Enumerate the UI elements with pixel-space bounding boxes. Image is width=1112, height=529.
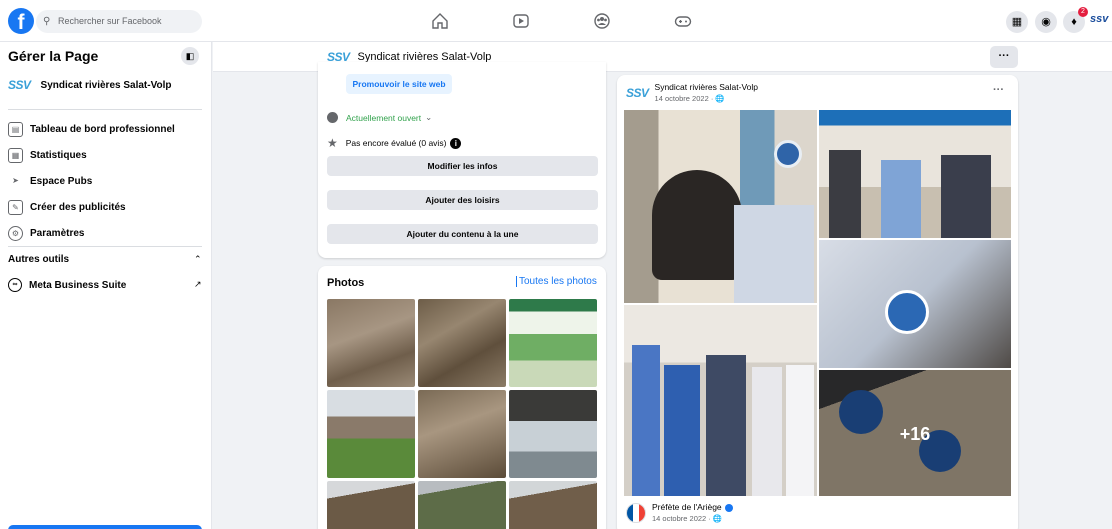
post-header: SSV Syndicat rivières Salat-Volp 14 octo… [626,82,758,103]
bell-icon[interactable]: ♦ 2 [1063,7,1088,33]
sidebar-item-statistics[interactable]: ▦ Statistiques [8,148,87,163]
sidebar-bottom-button[interactable] [8,525,202,529]
see-all-photos-link[interactable]: Toutes les photos [516,276,597,287]
edit-info-button[interactable]: Modifier les infos [327,156,598,176]
stats-icon: ▦ [8,148,23,163]
page-info-card: Promouvoir le site web Actuellement ouve… [318,62,606,258]
sidebar-item-dashboard[interactable]: ▤ Tableau de bord professionnel [8,122,175,137]
facebook-logo[interactable]: f [8,8,34,34]
sidebar-item-meta-business-suite[interactable]: ∞ Meta Business Suite [8,278,126,292]
sidebar-item-label: Créer des publicités [30,202,126,213]
photo-thumbnail[interactable] [418,481,506,529]
chevron-down-icon: ⌄ [425,112,433,122]
collapse-sidebar-icon[interactable]: ◧ [181,47,199,65]
add-featured-button[interactable]: Ajouter du contenu à la une [327,224,598,244]
photo-thumbnail[interactable] [418,299,506,387]
shared-post-header: Préfète de l'Ariège 14 octobre 2022 · 🌐 [626,502,733,523]
star-icon: ★ [327,136,338,150]
shared-author-name[interactable]: Préfète de l'Ariège [652,502,733,512]
page-logo: SSV [8,78,31,92]
sidebar-page-link[interactable]: SSV Syndicat rivières Salat-Volp [8,78,172,92]
more-options-button[interactable]: ··· [990,46,1018,68]
search-icon: ⚲ [43,16,51,27]
post-date[interactable]: 14 octobre 2022 · 🌐 [655,94,758,103]
sidebar-item-label: Espace Pubs [30,176,93,187]
video-icon[interactable] [512,12,530,30]
sidebar-item-label: Statistiques [30,150,87,161]
external-link-icon: ↗ [194,279,202,289]
promote-website-button[interactable]: Promouvoir le site web [346,74,452,94]
dashboard-icon: ▤ [8,122,23,137]
globe-icon: 🌐 [715,94,725,103]
more-photos-overlay[interactable]: +16 [819,370,1011,496]
post-photo[interactable] [624,110,817,303]
photo-thumbnail[interactable] [509,299,597,387]
search-placeholder: Rechercher sur Facebook [58,16,162,26]
add-hobbies-button[interactable]: Ajouter des loisirs [327,190,598,210]
groups-icon[interactable] [593,12,611,30]
sidebar-item-label: Tableau de bord professionnel [30,124,175,135]
photo-thumbnail[interactable] [327,481,415,529]
sidebar-item-settings[interactable]: ⚙ Paramètres [8,226,84,241]
globe-icon: 🌐 [712,514,723,523]
shared-post-date[interactable]: 14 octobre 2022 · 🌐 [652,514,733,523]
sidebar-title: Gérer la Page [8,48,99,64]
photos-card: Photos Toutes les photos [318,266,606,529]
meta-icon: ∞ [8,278,22,292]
photo-thumbnail[interactable] [418,390,506,478]
post-card: SSV Syndicat rivières Salat-Volp 14 octo… [617,75,1018,529]
post-photo[interactable] [819,240,1011,368]
divider [8,109,202,110]
post-photo[interactable]: +16 [819,370,1011,496]
photo-thumbnail[interactable] [509,481,597,529]
chevron-up-icon[interactable]: ⌃ [194,254,202,265]
left-sidebar: Gérer la Page ◧ SSV Syndicat rivières Sa… [0,42,212,529]
messenger-icon[interactable]: ◉ [1035,11,1057,33]
other-tools-heading[interactable]: Autres outils [8,254,69,265]
divider [8,246,202,247]
sidebar-page-name: Syndicat rivières Salat-Volp [40,79,172,91]
info-icon[interactable]: i [450,137,462,149]
verified-icon [724,503,733,512]
top-navigation-bar: f ⚲ Rechercher sur Facebook ▦ ◉ ♦ 2 ssv [0,0,1112,42]
home-icon[interactable] [431,12,449,30]
rating-row: ★ Pas encore évalué (0 avis) i [327,136,462,150]
post-author-name[interactable]: Syndicat rivières Salat-Volp [655,82,758,92]
post-photo[interactable] [819,110,1011,238]
gaming-icon[interactable] [674,12,692,30]
megaphone-icon: ➤ [12,176,19,185]
search-input[interactable]: ⚲ Rechercher sur Facebook [36,10,202,33]
photo-thumbnail[interactable] [327,299,415,387]
photos-title: Photos [327,277,365,289]
sidebar-item-ads-space[interactable]: ➤ Espace Pubs [8,174,92,189]
post-more-options-icon[interactable]: ··· [993,84,1004,96]
sidebar-item-create-ads[interactable]: ✎ Créer des publicités [8,200,126,215]
sidebar-item-label: Paramètres [30,228,85,239]
notification-badge: 2 [1078,7,1088,17]
pencil-icon: ✎ [8,200,23,215]
post-author-avatar[interactable]: SSV [626,86,649,100]
clock-icon [327,112,338,123]
open-status: Actuellement ouvert [346,112,422,123]
photo-thumbnail[interactable] [509,390,597,478]
account-avatar[interactable]: ssv [1090,13,1108,25]
menu-grid-icon[interactable]: ▦ [1006,11,1028,33]
gear-icon: ⚙ [8,226,23,241]
open-status-row[interactable]: Actuellement ouvert ⌄ [327,112,432,123]
post-photo[interactable] [624,305,817,496]
photo-thumbnail[interactable] [327,390,415,478]
shared-author-avatar[interactable] [626,502,646,523]
sidebar-item-label: Meta Business Suite [29,279,127,291]
rating-text: Pas encore évalué (0 avis) [345,138,447,148]
